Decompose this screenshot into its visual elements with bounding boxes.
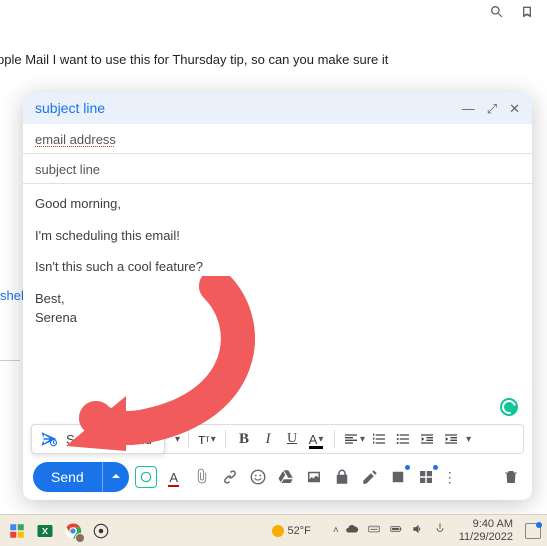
confidential-icon[interactable] [331, 466, 353, 488]
power-icon[interactable] [433, 522, 447, 539]
font-size-button[interactable]: тт▾ [197, 427, 217, 451]
chrome-profile-avatar [75, 533, 85, 543]
bold-button[interactable]: B [234, 427, 254, 451]
align-button[interactable]: ▾ [343, 427, 365, 451]
schedule-send-icon [40, 430, 58, 448]
clock-date: 11/29/2022 [459, 531, 513, 543]
numbered-list-button[interactable] [369, 427, 389, 451]
send-options-button[interactable] [102, 462, 129, 492]
to-field[interactable]: email address [23, 124, 532, 154]
template-icon[interactable] [415, 466, 437, 488]
clock-time: 9:40 AM [473, 518, 513, 530]
body-line: Isn't this such a cool feature? [35, 257, 520, 277]
trash-icon[interactable] [500, 466, 522, 488]
compose-header[interactable]: subject line — ⤢ ✕ [23, 92, 532, 124]
subject-value: subject line [35, 162, 100, 177]
app-icon[interactable] [90, 520, 112, 542]
format-overflow-chevron-icon[interactable]: ▾ [466, 434, 471, 445]
image-icon[interactable] [303, 466, 325, 488]
emoji-icon[interactable] [247, 466, 269, 488]
grammarly-icon[interactable] [500, 398, 518, 416]
schedule-send-menu-item[interactable]: Schedule send [31, 424, 165, 454]
clock[interactable]: 9:40 AM 11/29/2022 [459, 518, 513, 542]
send-button[interactable]: Send [33, 462, 102, 492]
start-icon[interactable] [6, 520, 28, 542]
schedule-send-label: Schedule send [66, 432, 152, 447]
bookmark-icon[interactable] [519, 4, 535, 23]
bulleted-list-button[interactable] [393, 427, 413, 451]
underline-button[interactable]: U [282, 427, 302, 451]
drive-icon[interactable] [275, 466, 297, 488]
search-icon[interactable] [489, 4, 505, 23]
volume-icon[interactable] [411, 522, 425, 539]
to-value: email address [35, 132, 116, 147]
page-text: pple Mail I want to use this for Thursda… [0, 52, 388, 67]
attach-icon[interactable] [191, 466, 213, 488]
notifications-icon[interactable] [525, 523, 541, 539]
signature-line: Serena [35, 308, 520, 328]
signature-line: Best, [35, 289, 520, 309]
text-color-button[interactable]: A▾ [306, 427, 326, 451]
close-icon[interactable]: ✕ [509, 102, 520, 115]
divider [0, 360, 20, 361]
compose-body[interactable]: Good morning, I'm scheduling this email!… [23, 184, 532, 424]
cloud-icon[interactable] [345, 522, 359, 539]
formatting-toolbar: Schedule send ▾ тт▾ B I U A▾ ▾ ▾ [31, 424, 524, 454]
subject-field[interactable]: subject line [23, 154, 532, 184]
taskbar: 52°F ˄ 9:40 AM 11/29/2022 [0, 514, 547, 546]
calendar-icon[interactable] [387, 466, 409, 488]
indent-more-button[interactable] [441, 427, 461, 451]
send-row: Send A ⋮ [23, 458, 532, 500]
weather-temp: 52°F [288, 525, 311, 537]
minimize-icon[interactable]: — [462, 102, 475, 115]
chrome-icon[interactable] [62, 520, 84, 542]
keyboard-icon[interactable] [367, 522, 381, 539]
font-family-chevron-icon[interactable]: ▾ [175, 434, 180, 445]
weather-widget[interactable]: 52°F [272, 525, 311, 537]
battery-icon[interactable] [389, 522, 403, 539]
text-format-icon[interactable]: A [163, 466, 185, 488]
italic-button[interactable]: I [258, 427, 278, 451]
indent-less-button[interactable] [417, 427, 437, 451]
sun-icon [272, 525, 284, 537]
tray-overflow-icon[interactable]: ˄ [333, 525, 339, 536]
body-line: I'm scheduling this email! [35, 226, 520, 246]
more-options-icon[interactable]: ⋮ [443, 469, 459, 486]
grammarly-tool-icon[interactable] [135, 466, 157, 488]
expand-icon[interactable]: ⤢ [487, 102, 497, 115]
excel-icon[interactable] [34, 520, 56, 542]
compose-window: subject line — ⤢ ✕ email address subject… [23, 92, 532, 500]
body-line: Good morning, [35, 194, 520, 214]
ink-icon[interactable] [359, 466, 381, 488]
compose-title: subject line [35, 100, 462, 116]
link-icon[interactable] [219, 466, 241, 488]
